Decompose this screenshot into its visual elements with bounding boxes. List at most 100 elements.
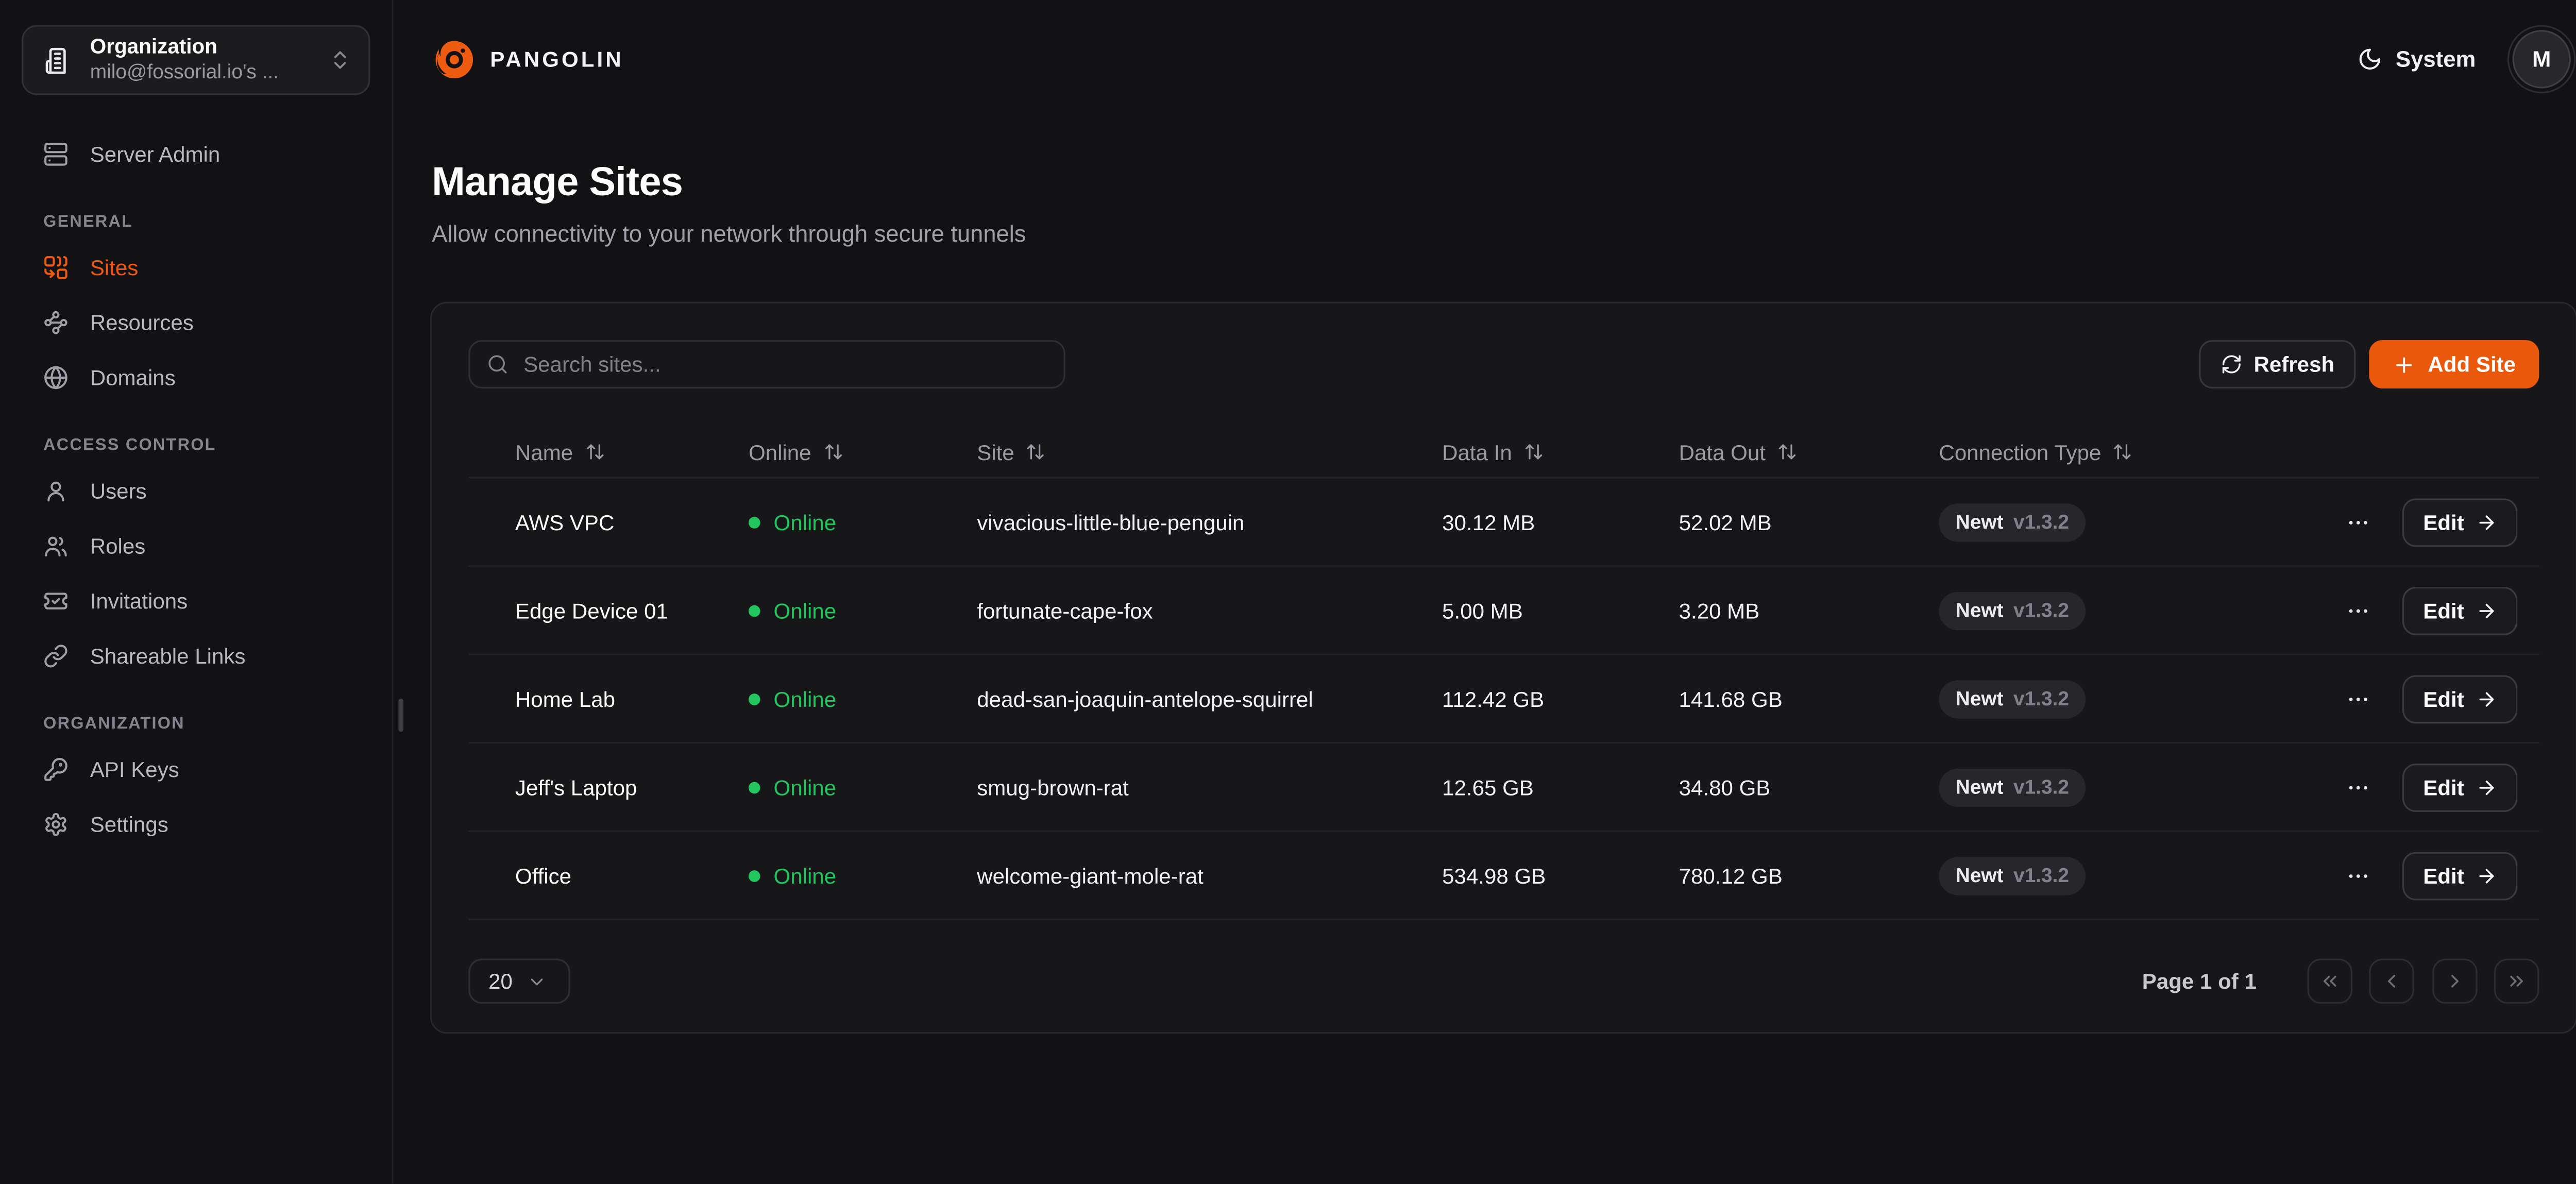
section-title-organization: ORGANIZATION [22,715,370,734]
row-menu-button[interactable] [2340,503,2378,541]
sort-icon [2113,442,2133,462]
arrow-right-icon [2476,599,2497,621]
connection-version: v1.3.2 [2013,599,2069,622]
sidebar-item-label: Server Admin [90,141,221,166]
site-slug: dead-san-joaquin-antelope-squirrel [977,686,1442,712]
user-avatar[interactable]: M [2513,30,2571,88]
org-value: milo@fossorial.io's ... [90,61,310,86]
site-slug: welcome-giant-mole-rat [977,863,1442,888]
connection-name: Newt [1956,864,2004,887]
column-label: Name [515,439,573,465]
section-title-access-control: ACCESS CONTROL [22,437,370,455]
sidebar-item-roles[interactable]: Roles [22,527,370,564]
site-slug: vivacious-little-blue-penguin [977,510,1442,535]
search-icon [487,353,509,375]
sidebar-item-api-keys[interactable]: API Keys [22,750,370,787]
edit-label: Edit [2423,686,2464,712]
site-name: AWS VPC [515,510,749,535]
brand-name: PANGOLIN [490,47,623,72]
site-slug: smug-brown-rat [977,774,1442,800]
previous-page-button[interactable] [2369,959,2414,1004]
connection-version: v1.3.2 [2013,510,2069,533]
sidebar-item-server-admin[interactable]: Server Admin [22,135,370,172]
site-name: Office [515,863,749,888]
section-title-general: GENERAL [22,213,370,232]
online-dot-icon [749,870,760,882]
edit-button[interactable]: Edit [2403,674,2517,723]
org-text: Organization milo@fossorial.io's ... [90,35,310,86]
brand: PANGOLIN [432,37,624,81]
row-menu-button[interactable] [2340,856,2378,894]
column-header-data-in[interactable]: Data In [1442,439,1679,465]
column-header-name[interactable]: Name [515,439,749,465]
online-label: Online [773,774,836,800]
sort-icon [1026,442,1046,462]
online-label: Online [773,686,836,712]
edit-button[interactable]: Edit [2403,586,2517,634]
row-menu-button[interactable] [2340,680,2378,718]
data-in: 12.65 GB [1442,774,1679,800]
connection-name: Newt [1956,599,2004,622]
column-header-data-out[interactable]: Data Out [1679,439,1939,465]
row-menu-button[interactable] [2340,591,2378,629]
sidebar-item-shareable-links[interactable]: Shareable Links [22,637,370,673]
site-name: Home Lab [515,686,749,712]
sidebar-scrollbar[interactable] [398,699,403,732]
link-icon [43,642,69,668]
column-header-online[interactable]: Online [749,439,977,465]
data-out: 141.68 GB [1679,686,1939,712]
online-dot-icon [749,604,760,616]
pagination-buttons [2307,959,2539,1004]
column-header-connection-type[interactable]: Connection Type [1939,439,2222,465]
connection-badge: Newtv1.3.2 [1939,768,2086,806]
data-in: 30.12 MB [1442,510,1679,535]
sidebar-item-sites[interactable]: Sites [22,248,370,285]
page-subtitle: Allow connectivity to your network throu… [432,220,1026,247]
first-page-button[interactable] [2307,959,2351,1004]
sort-icon [585,442,605,462]
sidebar-item-label: Users [90,478,147,503]
sidebar-item-label: Roles [90,533,146,558]
add-site-button[interactable]: Add Site [2369,340,2539,388]
sidebar-item-resources[interactable]: Resources [22,303,370,340]
next-page-button[interactable] [2432,959,2477,1004]
edit-button[interactable]: Edit [2403,498,2517,546]
column-label: Online [749,439,811,465]
arrow-right-icon [2476,511,2497,533]
edit-button[interactable]: Edit [2403,851,2517,900]
waypoints-icon [43,309,69,334]
refresh-label: Refresh [2254,352,2335,377]
arrow-right-icon [2476,865,2497,886]
theme-toggle[interactable]: System [2358,47,2476,72]
online-dot-icon [749,781,760,793]
row-menu-button[interactable] [2340,768,2378,806]
server-icon [43,141,69,166]
org-selector[interactable]: Organization milo@fossorial.io's ... [22,25,370,95]
page-head: Manage Sites Allow connectivity to your … [432,160,1026,247]
sidebar-item-settings[interactable]: Settings [22,805,370,842]
table-row: AWS VPC Online vivacious-little-blue-pen… [468,479,2539,567]
sidebar-item-label: Invitations [90,588,188,613]
avatar-initial: M [2532,47,2551,72]
connection-version: v1.3.2 [2013,687,2069,710]
connection-badge: Newt v1.3.2 [1939,591,2086,629]
sidebar-item-label: Settings [90,811,168,836]
connection-version: v1.3.2 [2013,775,2069,799]
data-out: 780.12 GB [1679,863,1939,888]
online-status: Online [749,598,977,623]
last-page-button[interactable] [2494,959,2539,1004]
page-indicator: Page 1 of 1 [2142,969,2257,994]
edit-label: Edit [2423,510,2464,535]
page-size-select[interactable]: 20 [468,959,570,1004]
edit-button[interactable]: Edit [2403,763,2517,811]
search-input[interactable] [523,352,1047,377]
sidebar-item-invitations[interactable]: Invitations [22,582,370,618]
ticket-icon [43,588,69,613]
column-header-site[interactable]: Site [977,439,1442,465]
refresh-button[interactable]: Refresh [2199,340,2357,388]
top-bar: PANGOLIN System M [394,0,2576,120]
table-footer: 20 Page 1 of 1 [468,959,2539,1004]
table-row: Home Lab Online dead-san-joaquin-antelop… [468,655,2539,744]
sidebar-item-users[interactable]: Users [22,472,370,509]
sidebar-item-domains[interactable]: Domains [22,359,370,395]
